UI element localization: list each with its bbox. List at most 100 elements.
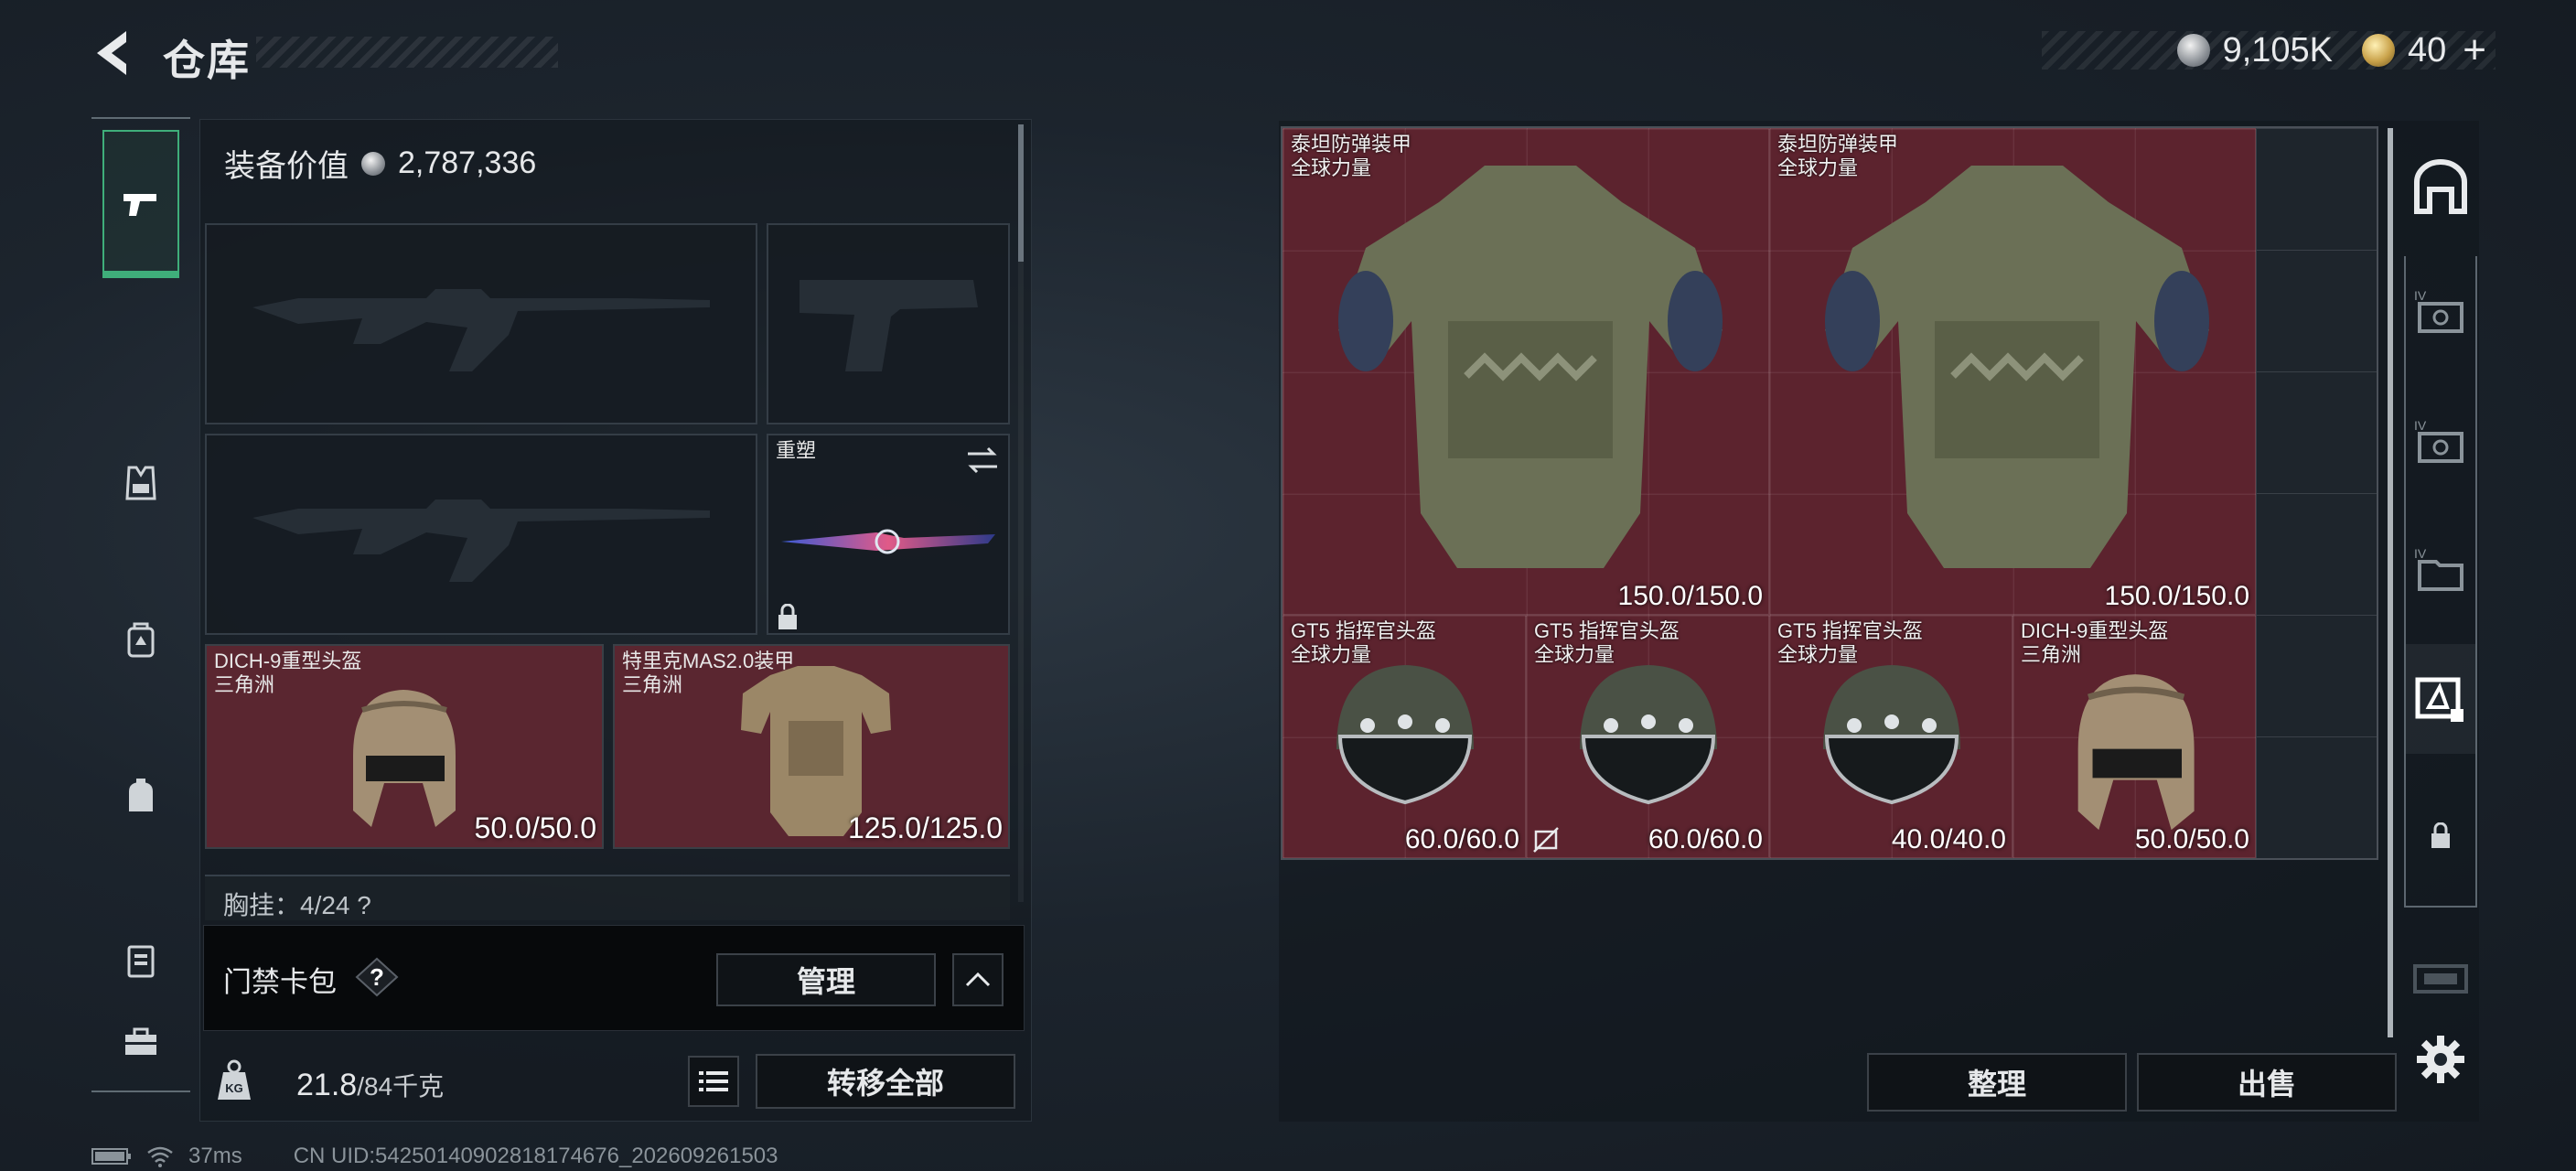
- svg-text:KG: KG: [225, 1081, 243, 1095]
- sort-button[interactable]: 整理: [1867, 1053, 2127, 1112]
- gt5-helmet-image: [1823, 665, 1960, 805]
- storage-folder-icon: IV: [2414, 546, 2463, 591]
- transfer-all-button[interactable]: 转移全部: [756, 1054, 1015, 1109]
- title-decoration: [256, 37, 558, 68]
- manage-button[interactable]: 管理: [716, 953, 936, 1006]
- svg-text:?: ?: [370, 963, 384, 991]
- armor-slot[interactable]: 特里克MAS2.0装甲 三角洲 125.0/125.0: [613, 644, 1010, 849]
- pistol-icon: [123, 194, 156, 216]
- keycard-label: 门禁卡包: [223, 966, 337, 998]
- titan-armor-image: [1825, 166, 2209, 568]
- primary-weapon-slot[interactable]: [205, 223, 757, 424]
- battery-icon: [91, 1148, 131, 1165]
- helmet-image: [353, 690, 456, 827]
- equipment-value-label: 装备价值: [224, 149, 349, 184]
- tab-storage-page-2[interactable]: IV: [2406, 386, 2475, 496]
- chevron-up-icon: [965, 972, 991, 987]
- rifle-silhouette-icon: [252, 289, 710, 371]
- sidearm-slot[interactable]: [767, 223, 1010, 424]
- equipment-value-amount: 2,787,336: [398, 145, 537, 180]
- tab-storage-page-4[interactable]: [2406, 644, 2475, 754]
- dich9-helmet-image: [2077, 674, 2195, 831]
- tab-storage-home[interactable]: [2406, 128, 2475, 247]
- carry-weight-value: 21.8: [296, 1068, 358, 1102]
- storage-home-icon: [2414, 159, 2467, 214]
- melee-slot-label: 重塑: [776, 439, 817, 462]
- silver-coin-icon: [2176, 34, 2210, 67]
- storage-item-armor[interactable]: 泰坦防弹装甲 全球力量 150.0/150.0: [1283, 128, 1769, 615]
- pouch-icon: [129, 779, 153, 811]
- sell-button[interactable]: 出售: [2137, 1053, 2397, 1112]
- tab-storage-locked[interactable]: [2406, 781, 2475, 891]
- secondary-weapon-slot[interactable]: [205, 434, 757, 635]
- rifle-silhouette-icon: [252, 500, 710, 582]
- lock-icon: [2431, 822, 2450, 848]
- silver-coin-icon: [361, 151, 385, 176]
- loadout-scroll-thumb[interactable]: [1018, 124, 1024, 262]
- nav-case[interactable]: [102, 922, 179, 999]
- storage-item-helmet[interactable]: GT5 指挥官头盔 全球力量 40.0/40.0: [1769, 615, 2012, 858]
- storage-item-helmet[interactable]: GT5 指挥官头盔 全球力量 60.0/60.0: [1526, 615, 1769, 858]
- storage-grid: 泰坦防弹装甲 全球力量 150.0/150.0 泰坦防弹装甲 全球力量 150.0/…: [1281, 126, 2378, 860]
- storage-item-helmet[interactable]: GT5 指挥官头盔 全球力量 60.0/60.0: [1283, 615, 1526, 858]
- storage-pages-tabs: IV IV IV: [2404, 256, 2477, 908]
- silver-currency-value: 9,105K: [2222, 30, 2334, 70]
- helmet-durability: 50.0/50.0: [474, 811, 596, 844]
- tab-storage-extra[interactable]: [2406, 942, 2475, 1015]
- equipment-value: 装备价值 2,787,336: [224, 141, 536, 186]
- svg-text:IV: IV: [2414, 418, 2427, 433]
- chest-rig-row[interactable]: 胸挂：4/24 ?: [205, 875, 1010, 920]
- user-uid: CN UID:542501409028181746​76_20260926150…: [293, 1144, 778, 1168]
- chest-rig-capacity: 胸挂：4/24 ?: [223, 891, 371, 919]
- collapse-button[interactable]: [952, 953, 1004, 1006]
- nav-backpack[interactable]: [102, 602, 179, 679]
- svg-text:IV: IV: [2414, 288, 2427, 303]
- wifi-icon: [147, 1146, 173, 1167]
- gear-icon[interactable]: [2415, 1034, 2466, 1085]
- status-bar: 37ms CN UID:542501409028181746​76_202609…: [91, 1144, 778, 1169]
- melee-slot[interactable]: 重塑: [767, 434, 1010, 635]
- tab-storage-page-3[interactable]: IV: [2406, 514, 2475, 624]
- list-icon: [699, 1071, 728, 1091]
- storage-scrollbar[interactable]: [2388, 128, 2393, 1037]
- currency-bar: 9,105K 40 +: [2042, 30, 2496, 70]
- swap-icon[interactable]: [964, 445, 1001, 476]
- carry-weight: 21.8/84千克: [296, 1067, 444, 1103]
- helmet-slot[interactable]: DICH-9重型头盔 三角洲 50.0/50.0: [205, 644, 604, 849]
- tab-storage-page-1[interactable]: IV: [2406, 256, 2475, 366]
- storage-item-helmet[interactable]: DICH-9重型头盔 三角洲 50.0/50.0: [2012, 615, 2256, 858]
- nav-toolbox[interactable]: [102, 1003, 179, 1080]
- page-title: 仓库: [163, 37, 251, 84]
- list-view-button[interactable]: [688, 1056, 739, 1107]
- storage-box-icon: IV: [2414, 418, 2463, 463]
- titan-armor-image: [1338, 166, 1723, 568]
- storage-extra-icon: [2413, 964, 2468, 994]
- help-icon[interactable]: ?: [355, 957, 399, 997]
- storage-active-icon: [2415, 677, 2463, 722]
- back-icon[interactable]: [91, 27, 137, 79]
- gt5-helmet-image: [1580, 665, 1717, 805]
- gt5-helmet-image: [1336, 665, 1474, 805]
- svg-text:IV: IV: [2414, 546, 2427, 561]
- case-icon: [127, 945, 155, 978]
- gold-currency-value: 40: [2408, 30, 2447, 70]
- gold-coin-icon: [2362, 34, 2396, 67]
- storage-box-icon: IV: [2414, 288, 2463, 333]
- nav-weapons[interactable]: [102, 130, 179, 278]
- backpack-icon: [127, 622, 155, 658]
- carry-weight-capacity: /84千克: [357, 1072, 445, 1101]
- left-category-nav: [91, 117, 190, 1092]
- toolbox-icon: [125, 1027, 156, 1055]
- vest-icon: [125, 466, 156, 500]
- pistol-silhouette-icon: [800, 280, 978, 371]
- add-currency-button[interactable]: +: [2463, 30, 2486, 70]
- ping-value: 37ms: [188, 1144, 242, 1168]
- weight-icon: KG: [218, 1059, 251, 1100]
- storage-item-armor[interactable]: 泰坦防弹装甲 全球力量 150.0/150.0: [1769, 128, 2256, 615]
- nav-pouch[interactable]: [102, 757, 179, 834]
- lock-icon: [778, 604, 797, 629]
- no-insure-icon: [1533, 827, 1559, 853]
- nav-chest-rig[interactable]: [102, 445, 179, 521]
- knife-image: [781, 529, 995, 554]
- armor-durability: 125.0/125.0: [847, 811, 1003, 844]
